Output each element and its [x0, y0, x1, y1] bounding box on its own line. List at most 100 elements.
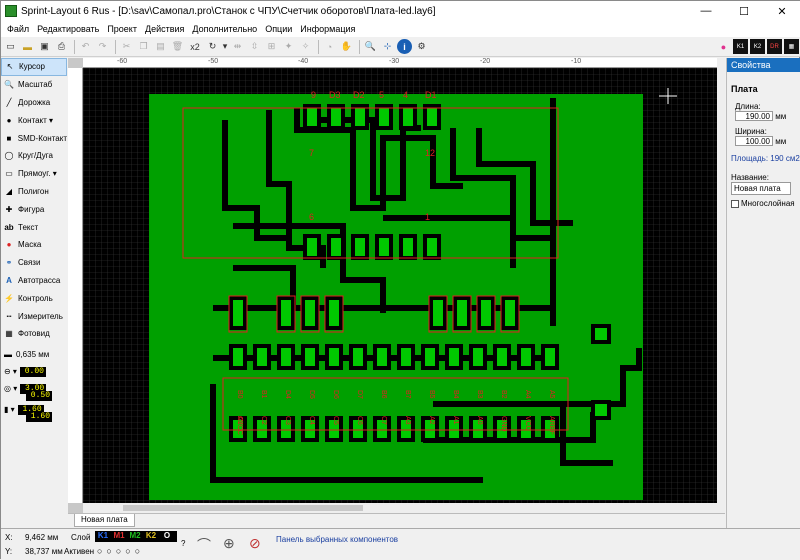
- new-file-icon[interactable]: ▭: [3, 39, 18, 54]
- tool-pad[interactable]: ● Контакт ▾: [1, 111, 67, 129]
- layer-k1[interactable]: K1: [95, 531, 111, 542]
- tool-shape[interactable]: ✚ Фигура: [1, 200, 67, 218]
- silk-label: 9: [311, 90, 316, 100]
- open-folder-icon[interactable]: ▬: [20, 39, 35, 54]
- horizontal-scrollbar[interactable]: [83, 503, 717, 513]
- vertical-scrollbar[interactable]: [717, 58, 725, 513]
- group-icon[interactable]: ✦: [281, 39, 296, 54]
- tool-mask[interactable]: ● Маска: [1, 236, 67, 254]
- layer-k2-icon[interactable]: K2: [750, 39, 765, 54]
- pin-label: A5: [548, 390, 555, 399]
- drill-icon: ⊖ ▾: [4, 367, 17, 376]
- align-icon[interactable]: ⊞: [264, 39, 279, 54]
- tool-track[interactable]: ╱ Дорожка: [1, 94, 67, 112]
- param-value-3[interactable]: 0.50: [26, 391, 52, 401]
- rotate-icon[interactable]: ↻: [205, 39, 220, 54]
- tool-autoroute[interactable]: A Автотрасса: [1, 272, 67, 290]
- menu-extra[interactable]: Дополнительно: [188, 24, 261, 34]
- tool-cursor[interactable]: ↖ Курсор: [1, 58, 67, 76]
- pin-label: B1: [260, 390, 267, 399]
- delete-icon[interactable]: 🗑: [170, 39, 185, 54]
- hand-icon[interactable]: ✋: [339, 39, 354, 54]
- menu-file[interactable]: Файл: [3, 24, 33, 34]
- name-input[interactable]: Новая плата: [731, 182, 791, 195]
- layer-o[interactable]: O: [159, 531, 175, 542]
- menu-options[interactable]: Опции: [261, 24, 296, 34]
- no-connect-icon[interactable]: ⊘: [249, 535, 261, 552]
- drc-icon[interactable]: DR: [767, 39, 782, 54]
- tool-measure[interactable]: ┅ Измеритель: [1, 307, 67, 325]
- layer-selector[interactable]: K1 M1 M2 K2 O: [95, 531, 177, 542]
- close-button[interactable]: ✕: [763, 1, 800, 21]
- pin-label: B2: [500, 390, 507, 399]
- multilayer-row[interactable]: Многослойная: [727, 199, 800, 208]
- layer-m2[interactable]: M2: [127, 531, 143, 542]
- info-icon[interactable]: i: [397, 39, 412, 54]
- ruler-tick: -30: [389, 58, 400, 65]
- undo-icon[interactable]: ↶: [78, 39, 93, 54]
- copy-icon[interactable]: ❐: [136, 39, 151, 54]
- lock-icon[interactable]: ◔: [322, 39, 337, 54]
- minimize-button[interactable]: —: [687, 1, 725, 21]
- redo-icon[interactable]: ↷: [95, 39, 110, 54]
- width-input[interactable]: 100.00: [735, 136, 773, 146]
- pcb-drawing[interactable]: 9 D3 D2 5 4 D1 7 12 6 1 B0 B1 D4 D5 D6 D7 B6 B7…: [83, 68, 717, 503]
- tool-connections[interactable]: ⚭ Связи: [1, 254, 67, 272]
- layer-k1-icon[interactable]: K1: [733, 39, 748, 54]
- record-icon[interactable]: ●: [716, 39, 731, 54]
- length-unit: мм: [775, 112, 787, 121]
- track-width-row[interactable]: ▬ 0,635 мм: [1, 346, 67, 363]
- chevron-down-icon[interactable]: ▾: [222, 39, 228, 54]
- gear-icon[interactable]: ⚙: [414, 39, 429, 54]
- menu-edit[interactable]: Редактировать: [33, 24, 103, 34]
- y-label: Y:: [5, 547, 13, 556]
- maximize-button[interactable]: ☐: [725, 1, 763, 21]
- param-value-5[interactable]: 1.60: [26, 412, 52, 422]
- tool-rect[interactable]: ▭ Прямоуг. ▾: [1, 165, 67, 183]
- active-layer-radios[interactable]: ○○○○○: [97, 546, 144, 556]
- mirror-h-icon[interactable]: ⇹: [230, 39, 245, 54]
- menu-info[interactable]: Информация: [296, 24, 359, 34]
- tool-circle[interactable]: ◯ Круг/Дуга: [1, 147, 67, 165]
- help-icon[interactable]: ?: [181, 539, 185, 548]
- scroll-thumb[interactable]: [123, 505, 363, 511]
- route-icon[interactable]: ⌒: [197, 535, 211, 555]
- pcb-canvas[interactable]: 9 D3 D2 5 4 D1 7 12 6 1 B0 B1 D4 D5 D6 D7 B6 B7…: [83, 68, 717, 503]
- multiply-button[interactable]: x2: [187, 39, 203, 54]
- target-icon[interactable]: ⊕: [223, 535, 235, 552]
- tool-label: Прямоуг.: [18, 169, 51, 179]
- zoom-icon[interactable]: 🔍: [363, 39, 378, 54]
- tool-label: Связи: [18, 258, 41, 268]
- tool-control[interactable]: ⚡ Контроль: [1, 289, 67, 307]
- menu-project[interactable]: Проект: [103, 24, 141, 34]
- length-row: 190.00 мм: [727, 111, 800, 121]
- tool-text[interactable]: ab Текст: [1, 218, 67, 236]
- connect-icon[interactable]: ⊹: [380, 39, 395, 54]
- cut-icon[interactable]: ✂: [119, 39, 134, 54]
- tab-new-board[interactable]: Новая плата: [74, 514, 135, 527]
- tool-polygon[interactable]: ◢ Полигон: [1, 183, 67, 201]
- save-icon[interactable]: ▣: [37, 39, 52, 54]
- param-value-1[interactable]: 0.00: [19, 366, 46, 377]
- length-input[interactable]: 190.00: [735, 111, 773, 121]
- length-label: Длина:: [735, 102, 761, 111]
- shape-icon: ✚: [5, 204, 13, 214]
- layer-m1[interactable]: M1: [111, 531, 127, 542]
- grid-icon[interactable]: ▦: [784, 39, 799, 54]
- paste-icon[interactable]: ▤: [153, 39, 168, 54]
- menu-actions[interactable]: Действия: [141, 24, 188, 34]
- mirror-v-icon[interactable]: ⇳: [247, 39, 262, 54]
- print-icon[interactable]: ⎙: [54, 39, 69, 54]
- pin-label: C5: [332, 416, 339, 425]
- param-row-1[interactable]: ⊖ ▾ 0.00: [1, 363, 67, 380]
- pin-label: C6: [356, 416, 363, 425]
- ruler-tick: -40: [298, 58, 309, 65]
- multilayer-checkbox[interactable]: [731, 199, 739, 208]
- ungroup-icon[interactable]: ✧: [298, 39, 313, 54]
- tool-label: Фотовид: [18, 329, 50, 339]
- tool-smd-pad[interactable]: ■ SMD-Контакт: [1, 129, 67, 147]
- tool-zoom[interactable]: 🔍 Масштаб: [1, 76, 67, 94]
- name-row: Новая плата: [727, 182, 800, 195]
- layer-k2[interactable]: K2: [143, 531, 159, 542]
- tool-photoview[interactable]: ▦ Фотовид: [1, 325, 67, 343]
